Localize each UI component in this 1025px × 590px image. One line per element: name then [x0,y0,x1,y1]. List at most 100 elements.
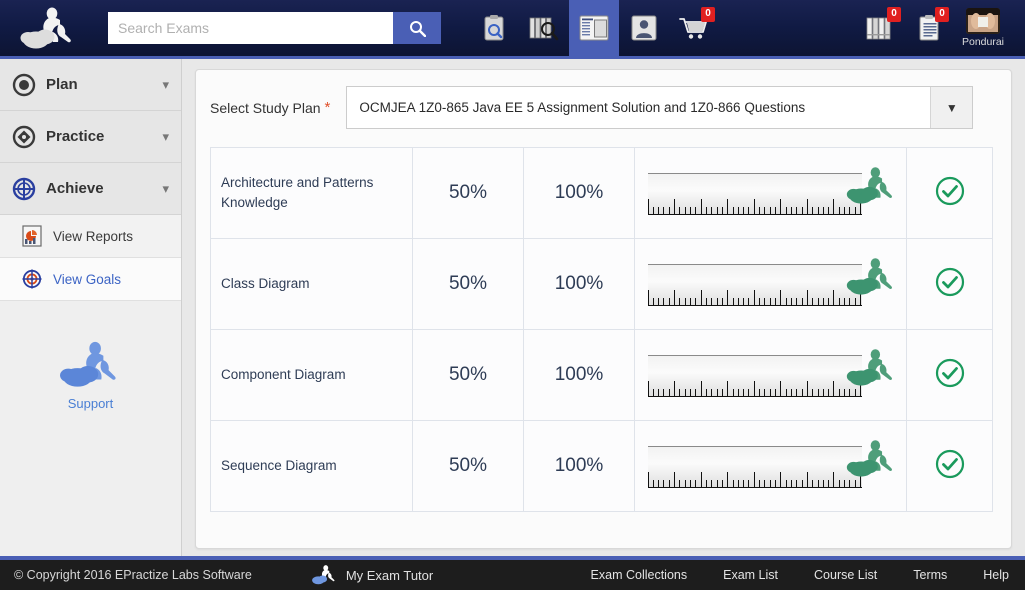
ruler-tick [748,389,750,396]
ruler-tick [679,207,681,214]
goals-table: Architecture and Patterns Knowledge 50% 10… [210,147,993,512]
nav-profile[interactable] [619,0,669,58]
app-root: 0 0 [0,0,1025,590]
target-percent-cell: 100% [523,147,635,239]
search-input[interactable] [108,12,393,44]
nav-exam-search[interactable] [469,0,519,58]
ruler-tick [838,389,840,396]
ruler-tick [796,480,798,487]
nav-study-plan[interactable] [569,0,619,58]
ruler-tick [700,381,702,396]
window-layout-icon [579,15,609,41]
footer-link[interactable]: Exam List [723,568,778,582]
ruler-tick [705,207,707,214]
ruler-tick [743,298,745,305]
ruler-tick [658,207,660,214]
my-courses-badge: 0 [887,6,901,22]
ruler-tick [790,207,792,214]
current-percent-cell: 50% [412,147,524,239]
ruler-tick [764,298,766,305]
ruler-tick [790,298,792,305]
ruler-tick [674,472,676,487]
ruler-tick [822,207,824,214]
ruler-tick [727,290,729,305]
ruler-tick [822,480,824,487]
sidebar-group-practice[interactable]: Practice ▾ [0,111,181,163]
main-content: Select Study Plan * OCMJEA 1Z0-865 Java … [182,59,1025,556]
chevron-down-icon: ▾ [162,76,169,92]
ruler-tick [732,207,734,214]
ruler-tick [690,207,691,214]
ruler-tick [652,298,654,305]
ruler-tick [700,472,702,487]
sidebar-item-view-goals[interactable]: View Goals [0,258,181,301]
target-cross-icon [12,177,36,200]
gauge-ruler-ticks [647,471,862,488]
required-asterisk: * [324,99,331,116]
ruler-tick [695,298,697,305]
ruler-tick [838,207,840,214]
ruler-tick [721,389,723,396]
brand-logo[interactable] [0,0,100,58]
ruler-tick [727,472,729,487]
gauge-marker-person-on-cloud-icon [846,252,898,307]
my-courses-button[interactable]: 0 [857,0,905,58]
study-plan-select[interactable]: OCMJEA 1Z0-865 Java EE 5 Assignment Solu… [346,86,974,129]
ruler-tick [785,207,787,214]
sidebar-group-label: Plan [46,76,78,93]
table-row: Architecture and Patterns Knowledge 50% 10… [210,147,993,239]
ruler-tick [769,389,771,396]
status-cell [906,420,993,512]
search-button[interactable] [393,12,441,44]
sidebar-item-label: View Reports [53,228,134,244]
ruler-tick [780,199,782,214]
ruler-tick [817,298,819,305]
ruler-tick [663,298,665,305]
ruler-tick [806,290,808,305]
goal-target-icon [22,269,42,289]
ruler-tick [769,207,771,214]
ruler-tick [833,290,835,305]
cart-badge: 0 [701,6,715,22]
my-exams-button[interactable]: 0 [905,0,953,58]
ruler-tick [743,207,745,214]
ruler-tick [668,298,670,305]
ruler-tick [668,480,670,487]
support-button[interactable]: Support [0,337,181,411]
footer-link[interactable]: Help [983,568,1009,582]
ruler-tick [812,298,814,305]
ruler-tick [652,389,654,396]
ruler-tick [822,389,824,396]
ruler-tick [647,472,649,487]
ruler-tick [668,389,670,396]
ruler-tick [812,480,814,487]
ruler-tick [732,480,734,487]
user-menu[interactable]: Pondurai [953,0,1013,58]
sidebar-group-label: Practice [46,128,105,145]
goal-name-cell: Architecture and Patterns Knowledge [210,147,413,239]
nav-course-search[interactable] [519,0,569,58]
nav-cart[interactable]: 0 [669,0,719,58]
ruler-tick [817,207,819,214]
left-sidebar: Plan ▾ Practice ▾ Achieve ▾ View Reports… [0,59,182,556]
progress-gauge [647,250,894,318]
ruler-tick [721,298,723,305]
ruler-tick [647,381,649,396]
sidebar-group-plan[interactable]: Plan ▾ [0,59,181,111]
ruler-tick [780,381,782,396]
current-percent-cell: 50% [412,238,524,330]
sidebar-item-view-reports[interactable]: View Reports [0,215,181,258]
ruler-tick [658,298,660,305]
ruler-tick [700,290,702,305]
ruler-tick [775,207,776,214]
footer-link[interactable]: Exam Collections [591,568,688,582]
footer-link[interactable]: Course List [814,568,877,582]
ruler-tick [695,389,697,396]
table-row: Component Diagram 50% 100% [210,329,993,421]
current-percent-cell: 50% [412,420,524,512]
sidebar-group-achieve[interactable]: Achieve ▾ [0,163,181,215]
gauge-ruler-ticks [647,289,862,306]
ruler-tick [775,389,776,396]
user-icon [631,15,657,41]
footer-link[interactable]: Terms [913,568,947,582]
